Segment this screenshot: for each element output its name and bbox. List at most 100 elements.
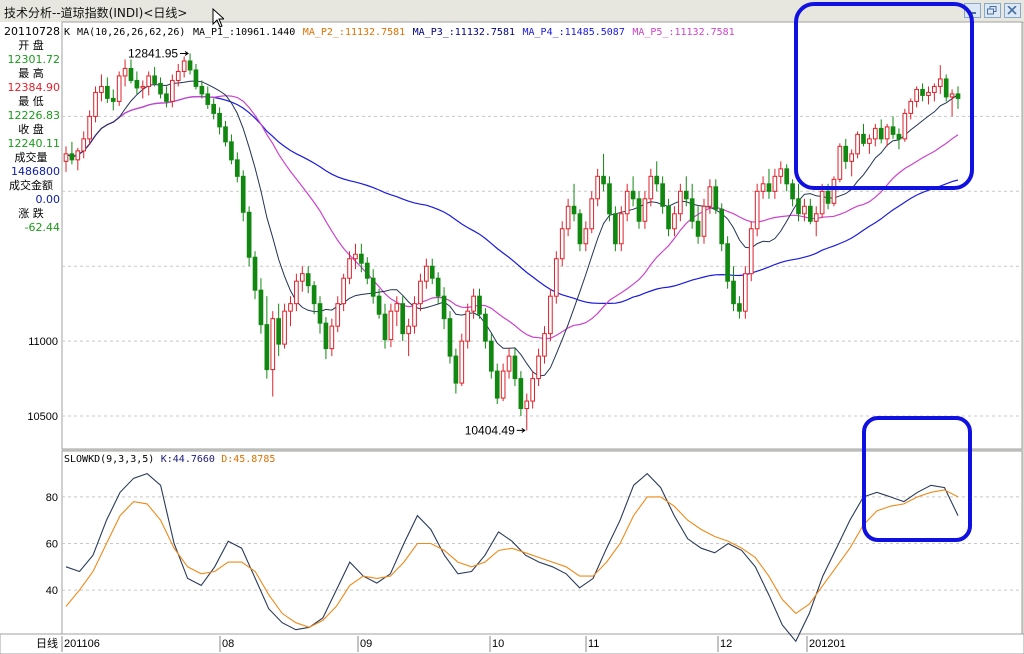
candle-body [630, 190, 636, 200]
candle-body [819, 190, 825, 215]
candle-body [754, 190, 760, 230]
candle-body [589, 198, 595, 230]
candle [754, 183, 760, 237]
candle-body [802, 205, 807, 215]
x-tick-label: 11 [588, 638, 599, 650]
candle-body [270, 318, 276, 371]
candle-body [394, 303, 400, 312]
candle-body [317, 303, 323, 324]
candle-body [636, 198, 642, 222]
candle-body [223, 126, 228, 143]
candle-body [772, 175, 778, 192]
candle-body [311, 285, 317, 305]
candle-body [707, 186, 713, 207]
candle [725, 236, 730, 289]
candle-body [713, 186, 719, 210]
candle-body [949, 93, 955, 98]
candle-body [890, 126, 896, 135]
candle-body [843, 145, 849, 162]
candle-body [878, 127, 884, 140]
candle-body [943, 78, 949, 98]
candle-body [187, 60, 193, 71]
y-tick-label: 10500 [27, 411, 58, 423]
candle-body [305, 273, 311, 287]
candle-body [790, 183, 795, 200]
candle-body [926, 91, 931, 96]
candle-body [813, 213, 819, 222]
candle [459, 333, 465, 387]
candle-body [370, 277, 376, 297]
candle-body [932, 85, 937, 93]
candle-body [914, 88, 919, 102]
candle-body [459, 340, 465, 384]
candle-body [276, 318, 281, 345]
candle-body [240, 175, 246, 213]
candle-body [849, 153, 855, 162]
candle-body [524, 400, 530, 410]
y-tick-label: 11000 [28, 336, 58, 348]
candle-body [542, 333, 547, 357]
candle-body [294, 280, 299, 305]
candle-body [418, 280, 423, 305]
candle-body [867, 138, 872, 144]
candle-body [725, 243, 730, 282]
candle-body [128, 67, 134, 81]
candle-body [471, 295, 476, 312]
candle-body [63, 153, 69, 162]
candle-body [831, 178, 837, 204]
candle-body [701, 205, 707, 237]
candle-body [169, 79, 175, 102]
candle-body [760, 183, 766, 192]
candle-body [861, 133, 866, 144]
candle-body [548, 295, 553, 335]
chart-canvas: 11000 10500 K MA(10,26,26,62,26) MA_P1_:1096… [0, 2, 1024, 654]
candle-body [441, 295, 447, 320]
candle-body [748, 228, 754, 275]
candle-body [447, 318, 453, 357]
candle-body [400, 303, 406, 335]
candle-body [896, 133, 902, 140]
candle [246, 206, 252, 267]
candle-body [784, 168, 790, 185]
candle-body [264, 324, 270, 371]
candle-body [559, 228, 565, 260]
candle-body [937, 78, 943, 87]
candle-body [689, 198, 695, 222]
candle-body [766, 183, 772, 192]
candle-body [258, 289, 264, 326]
candle-body [607, 183, 612, 215]
y-tick-label: 60 [46, 539, 58, 551]
indicator-label: SLOWKD(9,3,3,5) [64, 454, 154, 465]
y-tick-label: 80 [46, 492, 58, 504]
candle-body [110, 97, 116, 102]
candle-body [595, 175, 600, 200]
candle-body [175, 70, 181, 81]
candle-body [719, 208, 725, 245]
candle-body [152, 75, 157, 84]
candle-body [323, 322, 329, 350]
candle-body [75, 150, 81, 161]
candle-body [737, 303, 742, 312]
candle-body [494, 370, 500, 399]
indicator-label: MA_P3_:11132.7581 [413, 27, 515, 38]
x-tick-label: 08 [222, 638, 234, 650]
candle-body [347, 258, 352, 279]
indicator-label: MA_P1_:10961.1440 [193, 27, 295, 38]
candle-body [116, 75, 122, 102]
candle-body [743, 273, 748, 312]
candle-body [388, 310, 394, 341]
indicator-label: D:45.8785 [221, 454, 275, 465]
candle-body [217, 112, 222, 128]
candle-body [406, 325, 411, 335]
candle-body [506, 355, 512, 372]
candle-body [105, 85, 110, 99]
candle [116, 71, 122, 106]
candle [548, 288, 553, 342]
candle-body [796, 198, 801, 215]
candle [447, 311, 453, 364]
candle-body [435, 277, 441, 297]
candle-body [618, 213, 624, 245]
indicator-label: K [64, 27, 70, 38]
candle-body [341, 277, 346, 305]
candle-body [412, 303, 417, 327]
